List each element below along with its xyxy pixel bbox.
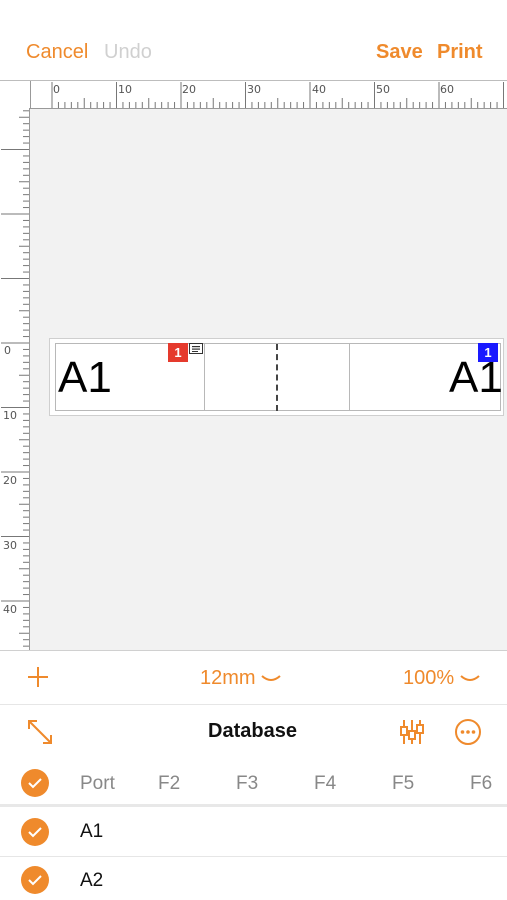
ruler-corner xyxy=(0,81,31,109)
database-link-icon xyxy=(189,343,203,354)
column-header-f6[interactable]: F6 xyxy=(470,772,492,796)
vruler-mark-30: 30 xyxy=(3,539,17,552)
print-button[interactable]: Print xyxy=(437,40,483,64)
ruler-mark-10: 10 xyxy=(118,83,132,96)
top-navigation-bar: Cancel Undo Save Print xyxy=(0,0,507,80)
database-divider xyxy=(0,704,507,705)
vruler-mark-0: 0 xyxy=(4,344,11,357)
vertical-ruler-ticks xyxy=(1,110,29,647)
column-header-f2[interactable]: F2 xyxy=(158,772,180,796)
ruler-mark-50: 50 xyxy=(376,83,390,96)
select-all-checkbox[interactable] xyxy=(21,769,49,797)
column-header-port[interactable]: Port xyxy=(80,772,115,796)
cut-line xyxy=(276,344,278,411)
tape-width-value: 12mm xyxy=(200,667,256,689)
column-header-f3[interactable]: F3 xyxy=(236,772,258,796)
vruler-mark-40: 40 xyxy=(3,603,17,616)
vruler-mark-20: 20 xyxy=(3,474,17,487)
database-title: Database xyxy=(208,720,297,742)
cancel-button[interactable]: Cancel xyxy=(26,40,88,64)
plus-icon[interactable] xyxy=(26,665,50,694)
more-icon[interactable] xyxy=(454,718,482,751)
save-button[interactable]: Save xyxy=(376,40,423,64)
toolbar-divider xyxy=(0,650,507,651)
row-checkbox[interactable] xyxy=(21,866,49,894)
tape-width-selector[interactable]: 12mm xyxy=(200,666,281,690)
table-row[interactable]: A2 xyxy=(0,857,507,900)
column-header-f5[interactable]: F5 xyxy=(392,772,414,796)
row-checkbox[interactable] xyxy=(21,818,49,846)
ruler-mark-30: 30 xyxy=(247,83,261,96)
row-port-value: A2 xyxy=(80,870,104,891)
horizontal-ruler: 0 10 20 30 40 50 60 xyxy=(31,81,507,109)
table-row[interactable]: A1 xyxy=(0,808,507,856)
column-header-f4[interactable]: F4 xyxy=(314,772,336,796)
ruler-mark-0: 0 xyxy=(53,83,60,96)
ruler-mark-20: 20 xyxy=(182,83,196,96)
undo-button[interactable]: Undo xyxy=(104,40,152,64)
chevron-down-icon xyxy=(460,674,480,681)
column-settings-icon[interactable] xyxy=(398,718,426,751)
zoom-value: 100% xyxy=(403,667,455,689)
header-divider xyxy=(0,804,507,807)
zoom-selector[interactable]: 100% xyxy=(403,666,480,690)
vruler-mark-10: 10 xyxy=(3,409,17,422)
row-port-value: A1 xyxy=(80,821,104,842)
left-badge: 1 xyxy=(168,343,188,362)
label-text-left[interactable]: A1 xyxy=(58,353,112,403)
chevron-down-icon xyxy=(261,674,281,681)
vertical-ruler: 0 10 20 30 40 xyxy=(0,108,30,650)
right-badge: 1 xyxy=(478,343,498,362)
ruler-mark-40: 40 xyxy=(312,83,326,96)
horizontal-ruler-ticks xyxy=(51,82,504,108)
ruler-mark-60: 60 xyxy=(440,83,454,96)
expand-arrows-icon[interactable] xyxy=(26,718,54,751)
